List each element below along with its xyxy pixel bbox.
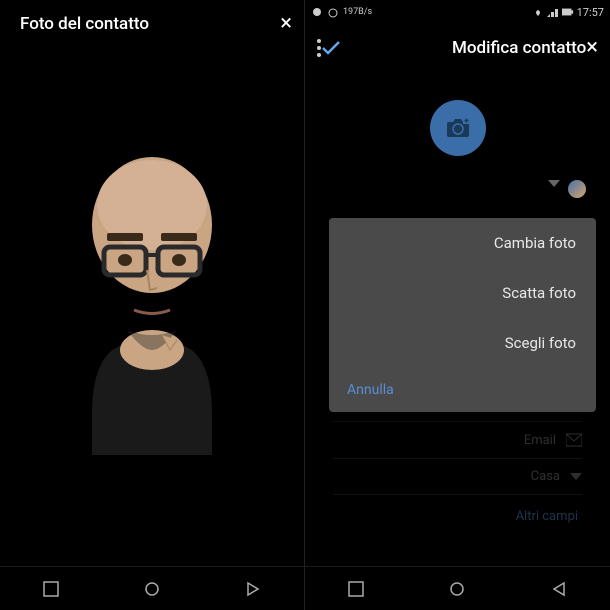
change-photo-option[interactable]: Cambia foto: [329, 218, 596, 268]
nav-bar-left: [0, 566, 304, 610]
contact-photo-image: [32, 155, 272, 455]
nav-recent-button[interactable]: [345, 578, 367, 600]
account-avatar[interactable]: [568, 180, 586, 198]
notification-icon: [311, 6, 323, 18]
battery-icon: [562, 6, 574, 18]
cancel-button[interactable]: Annulla: [329, 368, 596, 412]
photo-header: Foto del contatto ×: [0, 0, 304, 48]
email-field-row[interactable]: Email: [333, 422, 582, 459]
nav-bar-right: [305, 566, 610, 610]
close-icon[interactable]: ×: [280, 13, 292, 35]
add-photo-button[interactable]: [430, 100, 486, 156]
more-fields-link[interactable]: Altri campi: [333, 495, 582, 538]
close-icon[interactable]: ×: [586, 37, 598, 59]
choose-photo-option[interactable]: Scegli foto: [329, 318, 596, 368]
email-label: Email: [333, 433, 556, 448]
contact-photo-area: [20, 120, 284, 490]
email-icon: [566, 432, 582, 448]
photo-viewer-screen: Foto del contatto ×: [0, 0, 305, 610]
photo-header-title: Foto del contatto: [12, 14, 264, 34]
nav-home-button[interactable]: [446, 578, 468, 600]
address-label: Casa: [333, 469, 560, 484]
photo-options-dialog: Cambia foto Scatta foto Scegli foto Annu…: [329, 218, 596, 412]
edit-header-title: Modifica contatto: [341, 38, 586, 58]
take-photo-option[interactable]: Scatta foto: [329, 268, 596, 318]
alarm-icon: [327, 6, 339, 18]
wifi-icon: [532, 6, 544, 18]
status-time: 17:57: [577, 6, 604, 19]
edit-header: Modifica contatto ×: [305, 24, 610, 72]
nav-home-button[interactable]: [141, 578, 163, 600]
save-icon[interactable]: [321, 40, 341, 56]
chevron-down-icon[interactable]: [548, 180, 560, 187]
status-data-rate: 197B/s: [343, 7, 372, 17]
address-field-row[interactable]: Casa: [333, 459, 582, 495]
nav-back-button[interactable]: [242, 578, 264, 600]
status-bar: 17:57 197B/s: [305, 0, 610, 24]
nav-back-button[interactable]: [548, 578, 570, 600]
camera-icon: [445, 117, 471, 139]
nav-recent-button[interactable]: [40, 578, 62, 600]
edit-contact-screen: 17:57 197B/s Modifica contatto ×: [305, 0, 610, 610]
account-row: [321, 180, 594, 206]
dropdown-icon[interactable]: [570, 473, 582, 480]
signal-icon: [547, 6, 559, 18]
